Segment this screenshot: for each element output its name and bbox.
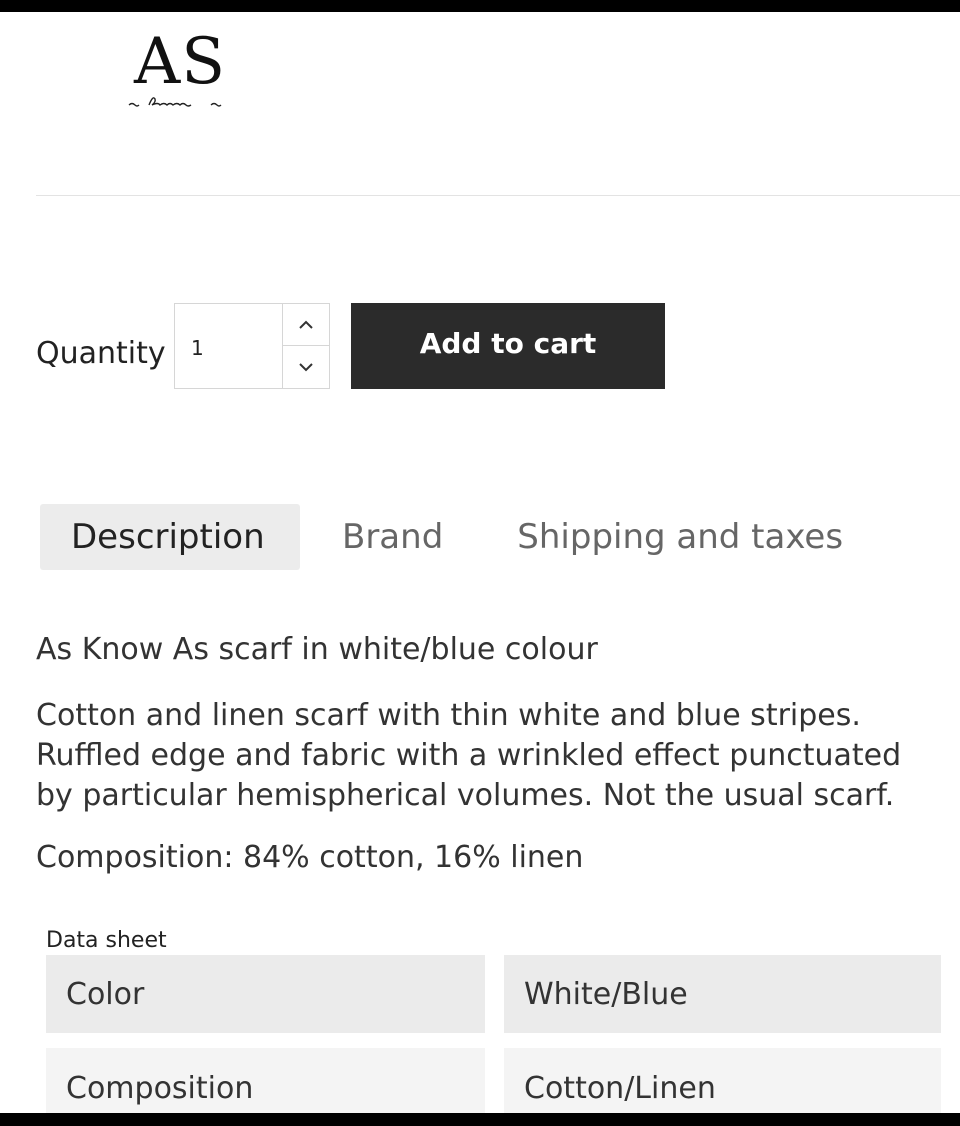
quantity-label: Quantity (36, 336, 166, 371)
description-line: Cotton and linen scarf with thin white a… (36, 698, 861, 733)
data-sheet-caption: Data sheet (46, 928, 167, 953)
tab-description[interactable]: Description (40, 504, 300, 570)
decrement-button[interactable] (283, 346, 329, 388)
data-sheet-value: White/Blue (504, 955, 941, 1033)
product-tabs: Description Brand Shipping and taxes (40, 504, 843, 570)
logo-script-mark (128, 97, 222, 107)
tab-shipping-and-taxes[interactable]: Shipping and taxes (517, 504, 843, 570)
data-sheet-value: Cotton/Linen (504, 1048, 941, 1113)
description-line: Ruffled edge and fabric with a wrinkled … (36, 738, 902, 773)
tab-brand[interactable]: Brand (342, 504, 443, 570)
logo-script (120, 94, 240, 113)
header-divider (36, 195, 960, 196)
chevron-down-icon (299, 363, 313, 372)
increment-button[interactable] (283, 304, 329, 346)
data-sheet-name: Color (46, 955, 485, 1033)
quantity-input[interactable] (191, 336, 271, 360)
description-body: Cotton and linen scarf with thin white a… (36, 696, 960, 816)
stepper-controls (282, 304, 329, 388)
quantity-stepper[interactable] (174, 303, 330, 389)
data-sheet-name: Composition (46, 1048, 485, 1113)
logo-text: AS (133, 25, 227, 99)
product-page: AS Quantity Add to cart (0, 12, 960, 1113)
composition-text: Composition: 84% cotton, 16% linen (36, 840, 584, 875)
brand-logo[interactable]: AS (120, 30, 240, 140)
description-title: As Know As scarf in white/blue colour (36, 632, 598, 667)
add-to-cart-button[interactable]: Add to cart (351, 303, 665, 389)
description-line: by particular hemispherical volumes. Not… (36, 778, 895, 813)
chevron-up-icon (299, 320, 313, 329)
